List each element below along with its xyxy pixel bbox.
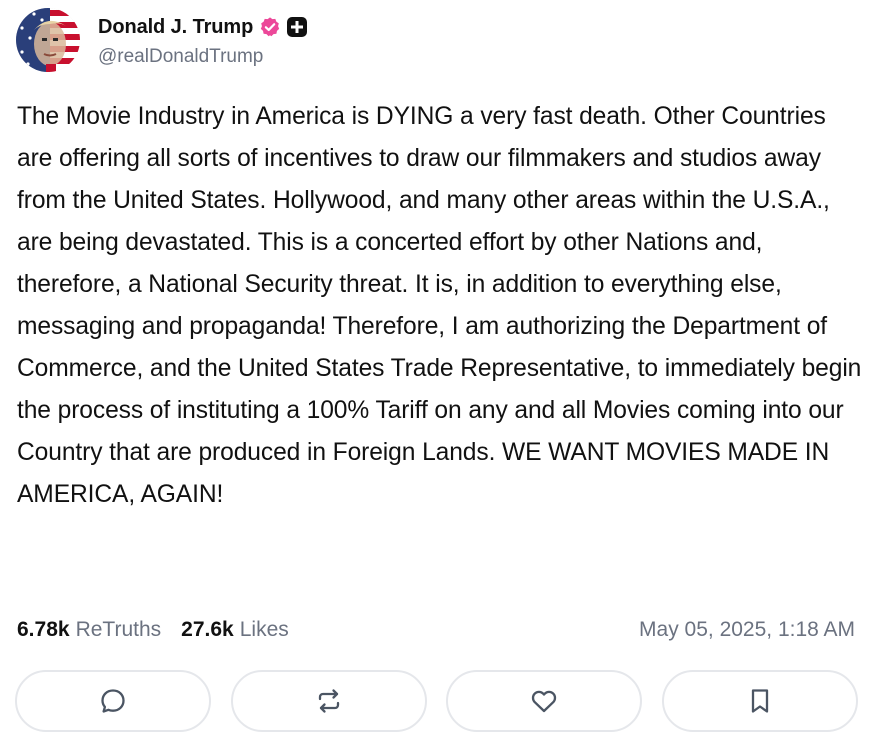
likes-count: 27.6k [181,618,234,641]
reply-icon [98,686,128,716]
likes-label: Likes [239,618,289,641]
truth-post: Donald J. Trump @realDonaldTrump The Mov… [0,0,874,739]
avatar[interactable] [16,8,80,72]
likes-stat[interactable]: 27.6k Likes [181,618,289,642]
like-heart-icon [529,686,559,716]
bookmark-button[interactable] [661,670,858,732]
retruths-count: 6.78k [17,618,70,641]
post-timestamp[interactable]: May 05, 2025, 1:18 AM [639,618,855,642]
author-handle[interactable]: @realDonaldTrump [98,46,308,68]
post-text: The Movie Industry in America is DYING a… [17,103,862,508]
reply-button[interactable] [15,670,211,732]
retruths-stat[interactable]: 6.78k ReTruths [17,618,161,642]
author-info: Donald J. Trump @realDonaldTrump [98,12,308,68]
post-stats: 6.78k ReTruths 27.6k Likes May 05, 2025,… [17,614,855,646]
post-header: Donald J. Trump @realDonaldTrump [16,7,308,73]
verified-badge-icon [259,16,281,38]
author-display-name[interactable]: Donald J. Trump [98,16,253,39]
plus-square-icon [286,16,308,38]
retruth-icon [314,686,344,716]
retruths-label: ReTruths [75,618,162,641]
post-actions [15,670,858,736]
bookmark-icon [745,686,775,716]
author-name-row: Donald J. Trump [98,12,308,42]
retruth-button[interactable] [230,670,427,732]
like-button[interactable] [446,670,643,732]
